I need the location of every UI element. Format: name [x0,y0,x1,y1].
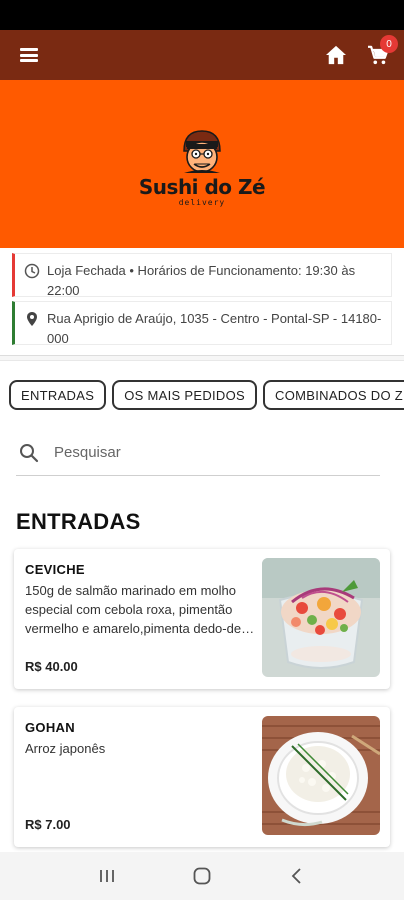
map-pin-icon [27,312,37,326]
store-address-row[interactable]: Rua Aprigio de Araújo, 1035 - Centro - P… [12,301,392,346]
product-card-gohan[interactable]: GOHAN Arroz japonês R$ 7.00 [14,707,390,847]
product-name: CEVICHE [25,562,85,577]
home-circle-icon[interactable] [187,861,217,891]
chef-mascot-icon [183,130,221,173]
tab-os-mais-pedidos[interactable]: OS MAIS PEDIDOS [112,380,258,410]
search-bar [16,430,380,476]
system-navigation-bar [0,852,404,900]
search-input[interactable] [54,444,354,461]
back-chevron-icon[interactable] [282,861,312,891]
home-icon[interactable] [324,43,348,67]
header-actions: 0 [324,35,398,67]
cart-count-badge: 0 [380,35,398,53]
product-name: GOHAN [25,720,75,735]
tab-combinados-do-ze[interactable]: COMBINADOS DO ZÉ [263,380,404,410]
product-image-gohan [262,716,380,835]
store-hours-text: Loja Fechada • Horários de Funcionamento… [47,263,356,298]
product-description: 150g de salmão marinado em molho especia… [25,583,246,636]
section-title: ENTRADAS [16,509,141,534]
store-hours-row: Loja Fechada • Horários de Funcionamento… [12,253,392,298]
product-image-ceviche [262,558,380,677]
search-icon [20,443,39,462]
tab-entradas[interactable]: ENTRADAS [9,380,107,410]
clock-icon [24,263,40,279]
logo-subtitle: delivery [178,198,226,207]
store-address-text: Rua Aprigio de Araújo, 1035 - Centro - P… [47,311,382,346]
app-header: 0 [0,30,404,80]
product-price: R$ 40.00 [25,659,78,674]
recent-apps-icon[interactable] [92,861,122,891]
store-logo: Sushi do Zé delivery [138,127,266,207]
hamburger-menu-icon[interactable] [20,48,38,62]
logo-name: Sushi do Zé [138,175,266,199]
category-tabs: ENTRADAS OS MAIS PEDIDOS COMBINADOS DO Z… [9,380,404,410]
store-banner: Sushi do Zé delivery [0,80,404,248]
status-bar [0,0,404,30]
product-card-ceviche[interactable]: CEVICHE 150g de salmão marinado em molho… [14,549,390,689]
cart-button[interactable]: 0 [366,35,398,67]
product-price: R$ 7.00 [25,817,71,832]
product-description: Arroz japonês [25,741,106,756]
section-divider [0,355,404,361]
